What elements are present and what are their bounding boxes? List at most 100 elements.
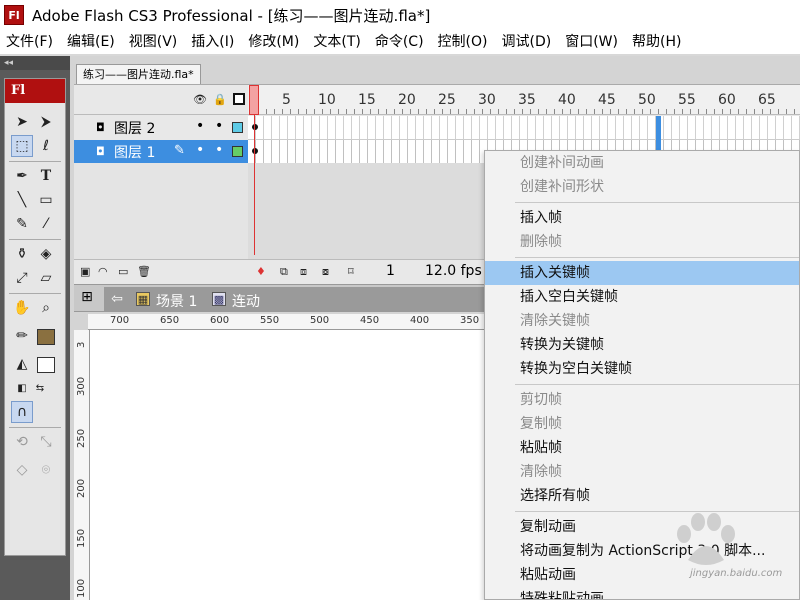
- menu-debug[interactable]: 调试(D): [495, 30, 559, 54]
- modify-onion-markers-icon[interactable]: ⌑: [348, 265, 354, 278]
- context-menu-item: 清除关键帧: [520, 313, 590, 329]
- insert-layer-icon[interactable]: ▣: [80, 265, 90, 278]
- rectangle-tool-icon[interactable]: ▭: [35, 189, 57, 211]
- ruler-tick: [314, 109, 315, 114]
- center-frame-icon[interactable]: ♦: [256, 265, 266, 278]
- show-hide-eye-icon[interactable]: 👁: [193, 93, 207, 106]
- ruler-tick: [370, 109, 371, 114]
- menu-insert[interactable]: 插入(I): [184, 30, 241, 54]
- menu-view[interactable]: 视图(V): [122, 30, 185, 54]
- ruler-tick: [722, 109, 723, 114]
- frame-number: 65: [758, 92, 776, 108]
- layer-row[interactable]: ◘ 图层 2 • •: [74, 116, 248, 140]
- text-tool-icon[interactable]: T: [35, 165, 57, 187]
- lasso-tool-icon[interactable]: ℓ: [35, 135, 57, 157]
- back-arrow-icon[interactable]: ⇦: [110, 291, 124, 307]
- insert-folder-icon[interactable]: ▭: [118, 265, 128, 278]
- onion-skin-icon[interactable]: ⧉: [280, 265, 288, 279]
- menu-bar: 文件(F) 编辑(E) 视图(V) 插入(I) 修改(M) 文本(T) 命令(C…: [0, 30, 800, 54]
- add-motion-guide-icon[interactable]: ◠: [98, 265, 108, 278]
- edit-multiple-frames-icon[interactable]: ⧇: [322, 265, 329, 279]
- playhead[interactable]: [249, 85, 259, 115]
- keyframe[interactable]: [252, 148, 258, 154]
- outline-icon[interactable]: [233, 93, 245, 105]
- subselection-tool-icon[interactable]: ⮞: [35, 111, 57, 133]
- eraser-tool-icon[interactable]: ▱: [35, 267, 57, 289]
- breadcrumb-symbol[interactable]: 连动: [232, 291, 260, 311]
- lock-icon[interactable]: 🔒: [213, 93, 227, 106]
- timeline-toggle-icon[interactable]: ⊞: [80, 289, 94, 305]
- context-menu-item[interactable]: 粘贴帧: [485, 436, 799, 460]
- stroke-color-swatch[interactable]: [37, 329, 55, 345]
- rotate-skew-icon[interactable]: ⟲: [11, 431, 33, 453]
- layer-frames[interactable]: [248, 116, 800, 140]
- layer-row-selected[interactable]: ◘ 图层 1 ✎ • •: [74, 140, 248, 164]
- ruler-tick: [698, 109, 699, 114]
- onion-skin-outlines-icon[interactable]: ⧈: [300, 265, 307, 279]
- free-transform-tool-icon[interactable]: ⬚: [11, 135, 33, 157]
- ink-bottle-tool-icon[interactable]: ⚱: [11, 243, 33, 265]
- pen-tool-icon[interactable]: ✒: [11, 165, 33, 187]
- menu-text[interactable]: 文本(T): [306, 30, 367, 54]
- line-tool-icon[interactable]: ╲: [11, 189, 33, 211]
- brush-tool-icon[interactable]: ⁄: [35, 213, 57, 235]
- paint-bucket-tool-icon[interactable]: ◈: [35, 243, 57, 265]
- ruler-tick: [538, 109, 539, 114]
- lock-dot[interactable]: •: [215, 118, 223, 134]
- hand-tool-icon[interactable]: ✋: [11, 297, 33, 319]
- menu-edit[interactable]: 编辑(E): [60, 30, 122, 54]
- menu-control[interactable]: 控制(O): [431, 30, 495, 54]
- frame-number: 55: [678, 92, 696, 108]
- context-menu-item[interactable]: 插入关键帧: [485, 261, 799, 285]
- visibility-dot[interactable]: •: [196, 142, 204, 158]
- context-menu-item[interactable]: 选择所有帧: [485, 484, 799, 508]
- layer-outline-color[interactable]: [232, 122, 243, 133]
- ruler-tick: [738, 109, 739, 114]
- pencil-tool-icon[interactable]: ✎: [11, 213, 33, 235]
- fill-color-icon[interactable]: ◭: [11, 353, 33, 375]
- ruler-tick: [490, 109, 491, 114]
- scale-icon[interactable]: ⤡: [35, 431, 57, 453]
- ruler-label: 450: [360, 315, 380, 326]
- frame-end-marker: [656, 116, 661, 140]
- zoom-tool-icon[interactable]: ⌕: [35, 297, 57, 319]
- snap-to-objects-icon[interactable]: ∩: [11, 401, 33, 423]
- layer-outline-color[interactable]: [232, 146, 243, 157]
- ruler-tick: [426, 109, 427, 114]
- frame-ruler[interactable]: 5 10 15 20 25 30 35 40 45 50 55 60 65: [248, 85, 800, 115]
- ruler-tick: [754, 109, 755, 114]
- swap-colors-icon[interactable]: ⇆: [29, 377, 51, 399]
- keyframe[interactable]: [252, 124, 258, 130]
- menu-modify[interactable]: 修改(M): [241, 30, 306, 54]
- ruler-label: 100: [76, 578, 87, 598]
- frame-rate[interactable]: 12.0 fps: [425, 263, 482, 279]
- visibility-dot[interactable]: •: [196, 118, 204, 134]
- menu-window[interactable]: 窗口(W): [558, 30, 625, 54]
- menu-file[interactable]: 文件(F): [0, 30, 60, 54]
- context-menu-item[interactable]: 插入帧: [485, 206, 799, 230]
- frame-number: 25: [438, 92, 456, 108]
- menu-help[interactable]: 帮助(H): [625, 30, 688, 54]
- context-menu-item[interactable]: 转换为空白关键帧: [485, 357, 799, 381]
- menu-commands[interactable]: 命令(C): [368, 30, 431, 54]
- collapse-panel-icon[interactable]: ◂◂: [0, 56, 70, 70]
- fill-color-swatch[interactable]: [37, 357, 55, 373]
- ruler-tick: [458, 109, 459, 114]
- breadcrumb-scene[interactable]: 场景 1: [156, 291, 197, 311]
- ruler-tick: [618, 109, 619, 114]
- envelope-icon[interactable]: ⌾: [35, 459, 57, 481]
- stroke-color-icon[interactable]: ✏: [11, 325, 33, 347]
- selection-tool-icon[interactable]: ➤: [11, 111, 33, 133]
- delete-layer-icon[interactable]: 🗑: [137, 265, 151, 278]
- ruler-tick: [786, 109, 787, 114]
- frame-number: 5: [282, 92, 291, 108]
- distort-icon[interactable]: ◇: [11, 459, 33, 481]
- eyedropper-tool-icon[interactable]: ⤢: [11, 267, 33, 289]
- context-menu-item[interactable]: 转换为关键帧: [485, 333, 799, 357]
- layer-icon: ◘: [96, 145, 105, 158]
- paw-logo: [677, 513, 735, 565]
- lock-dot[interactable]: •: [215, 142, 223, 158]
- ruler-tick: [714, 109, 715, 114]
- document-tab[interactable]: 练习——图片连动.fla*: [76, 64, 201, 84]
- context-menu-item[interactable]: 插入空白关键帧: [485, 285, 799, 309]
